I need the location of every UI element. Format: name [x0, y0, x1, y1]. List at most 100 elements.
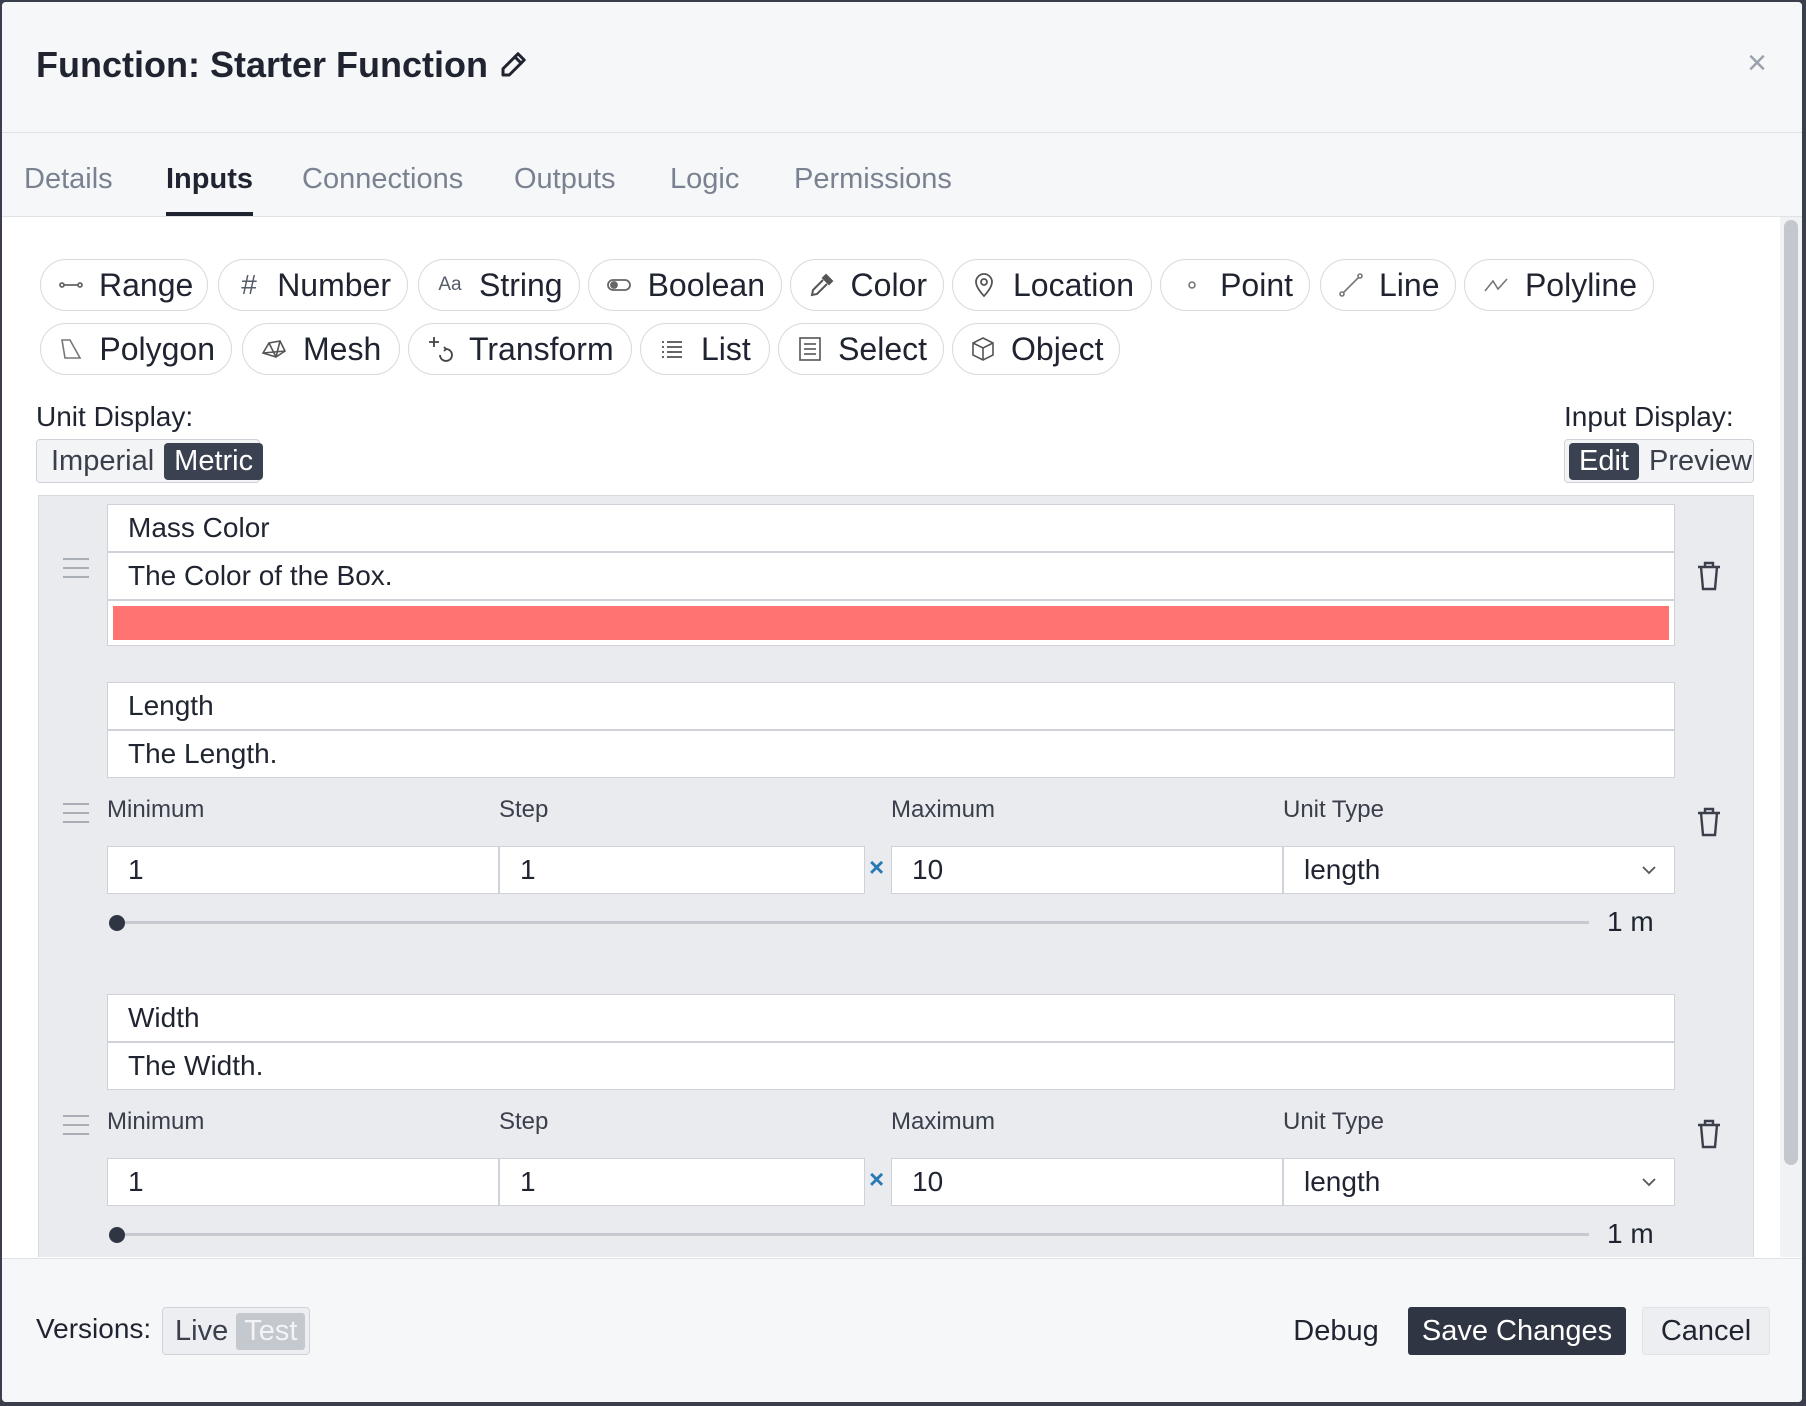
modal-header: Function: Starter Function ×: [2, 2, 1802, 133]
input-description-field[interactable]: The Width.: [107, 1042, 1675, 1090]
inputs-content: Range # Number Aa String Boolean Color L…: [2, 217, 1802, 1257]
minimum-input[interactable]: 1: [107, 846, 499, 894]
polyline-icon: [1481, 270, 1511, 300]
chevron-down-icon: [1642, 1178, 1656, 1187]
unit-metric-option[interactable]: Metric: [164, 442, 264, 480]
title-text: Function: Starter Function: [36, 44, 488, 85]
range-slider-track[interactable]: [113, 921, 1589, 924]
tab-outputs[interactable]: Outputs: [514, 163, 616, 216]
cube-icon: [969, 334, 997, 364]
range-slider-track[interactable]: [113, 1233, 1589, 1236]
unit-type-select[interactable]: length: [1283, 846, 1675, 894]
add-mesh-button[interactable]: Mesh: [242, 323, 400, 375]
add-color-button[interactable]: Color: [790, 259, 944, 311]
unit-display-label: Unit Display:: [36, 401, 194, 432]
page-title: Function: Starter Function: [36, 44, 528, 86]
chip-label: List: [701, 330, 751, 367]
minimum-label: Minimum: [107, 1108, 205, 1135]
delete-input-button[interactable]: [1695, 1118, 1723, 1150]
maximum-label: Maximum: [891, 1108, 996, 1135]
input-name-field[interactable]: Mass Color: [107, 504, 1675, 552]
polygon-icon: [57, 334, 85, 364]
tab-details[interactable]: Details: [24, 163, 113, 216]
function-modal: Function: Starter Function × Details Inp…: [2, 2, 1802, 1402]
tab-bar: Details Inputs Connections Outputs Logic…: [2, 133, 1802, 217]
transform-icon: [425, 334, 455, 364]
add-number-button[interactable]: # Number: [218, 259, 408, 311]
input-display-preview-option[interactable]: Preview: [1639, 443, 1762, 480]
unit-type-value: length: [1304, 854, 1381, 885]
line-icon: [1337, 270, 1365, 300]
trash-icon: [1698, 1119, 1720, 1149]
tab-inputs[interactable]: Inputs: [166, 163, 253, 216]
input-display-edit-option[interactable]: Edit: [1569, 442, 1639, 480]
add-polyline-button[interactable]: Polyline: [1464, 259, 1654, 311]
close-button[interactable]: ×: [1742, 46, 1772, 80]
input-name-field[interactable]: Width: [107, 994, 1675, 1042]
input-description-field[interactable]: The Length.: [107, 730, 1675, 778]
mesh-icon: [259, 334, 289, 364]
pencil-icon[interactable]: [498, 50, 528, 80]
step-multiplier-icon: ×: [869, 1164, 885, 1194]
add-polygon-button[interactable]: Polygon: [40, 323, 232, 375]
color-swatch-field[interactable]: [107, 600, 1675, 646]
range-slider-handle[interactable]: [109, 915, 125, 931]
range-icon: [57, 270, 85, 300]
map-pin-icon: [969, 270, 999, 300]
minimum-input[interactable]: 1: [107, 1158, 499, 1206]
chip-label: Color: [850, 266, 927, 303]
step-input[interactable]: 1: [499, 846, 865, 894]
tab-logic[interactable]: Logic: [670, 163, 739, 216]
minimum-label: Minimum: [107, 796, 205, 823]
cancel-button[interactable]: Cancel: [1642, 1307, 1770, 1355]
add-select-button[interactable]: Select: [778, 323, 944, 375]
color-swatch: [113, 606, 1669, 640]
add-location-button[interactable]: Location: [952, 259, 1152, 311]
add-boolean-button[interactable]: Boolean: [588, 259, 782, 311]
tab-connections[interactable]: Connections: [302, 163, 463, 216]
add-range-button[interactable]: Range: [40, 259, 208, 311]
add-list-button[interactable]: List: [640, 323, 770, 375]
eyedropper-icon: [807, 270, 837, 300]
drag-handle-icon[interactable]: [63, 1115, 89, 1137]
step-input[interactable]: 1: [499, 1158, 865, 1206]
input-name-field[interactable]: Length: [107, 682, 1675, 730]
modal-footer: Versions: Live Test Debug Save Changes C…: [2, 1258, 1802, 1402]
chip-label: Location: [1013, 266, 1134, 303]
range-slider-value: 1 m: [1607, 1218, 1654, 1249]
add-line-button[interactable]: Line: [1320, 259, 1456, 311]
maximum-input[interactable]: 10: [891, 1158, 1283, 1206]
input-description-field[interactable]: The Color of the Box.: [107, 552, 1675, 600]
maximum-input[interactable]: 10: [891, 846, 1283, 894]
select-icon: [795, 334, 824, 364]
version-live-option[interactable]: Live: [167, 1313, 236, 1350]
scrollbar-thumb[interactable]: [1784, 220, 1798, 1165]
unit-type-label: Unit Type: [1283, 1108, 1384, 1135]
unit-imperial-option[interactable]: Imperial: [41, 443, 164, 480]
add-point-button[interactable]: Point: [1160, 259, 1310, 311]
add-string-button[interactable]: Aa String: [418, 259, 580, 311]
versions-label: Versions:: [36, 1313, 152, 1344]
chip-label: String: [479, 266, 563, 303]
list-icon: [657, 334, 687, 364]
chip-label: Select: [838, 330, 927, 367]
trash-icon: [1698, 807, 1720, 837]
version-test-option[interactable]: Test: [236, 1312, 306, 1350]
debug-button[interactable]: Debug: [1280, 1307, 1392, 1355]
versions-toggle: Live Test: [162, 1307, 311, 1355]
add-object-button[interactable]: Object: [952, 323, 1120, 375]
add-transform-button[interactable]: Transform: [408, 323, 632, 375]
save-changes-button[interactable]: Save Changes: [1408, 1307, 1626, 1355]
dot-icon: [1177, 270, 1206, 300]
drag-handle-icon[interactable]: [63, 558, 89, 580]
delete-input-button[interactable]: [1695, 806, 1723, 838]
maximum-label: Maximum: [891, 796, 996, 823]
unit-type-select[interactable]: length: [1283, 1158, 1675, 1206]
drag-handle-icon[interactable]: [63, 803, 89, 825]
chip-label: Point: [1220, 266, 1293, 303]
delete-input-button[interactable]: [1695, 560, 1723, 592]
range-slider-handle[interactable]: [109, 1227, 125, 1243]
tab-permissions[interactable]: Permissions: [794, 163, 952, 216]
step-multiplier-icon: ×: [869, 852, 885, 882]
chip-label: Number: [277, 266, 391, 303]
